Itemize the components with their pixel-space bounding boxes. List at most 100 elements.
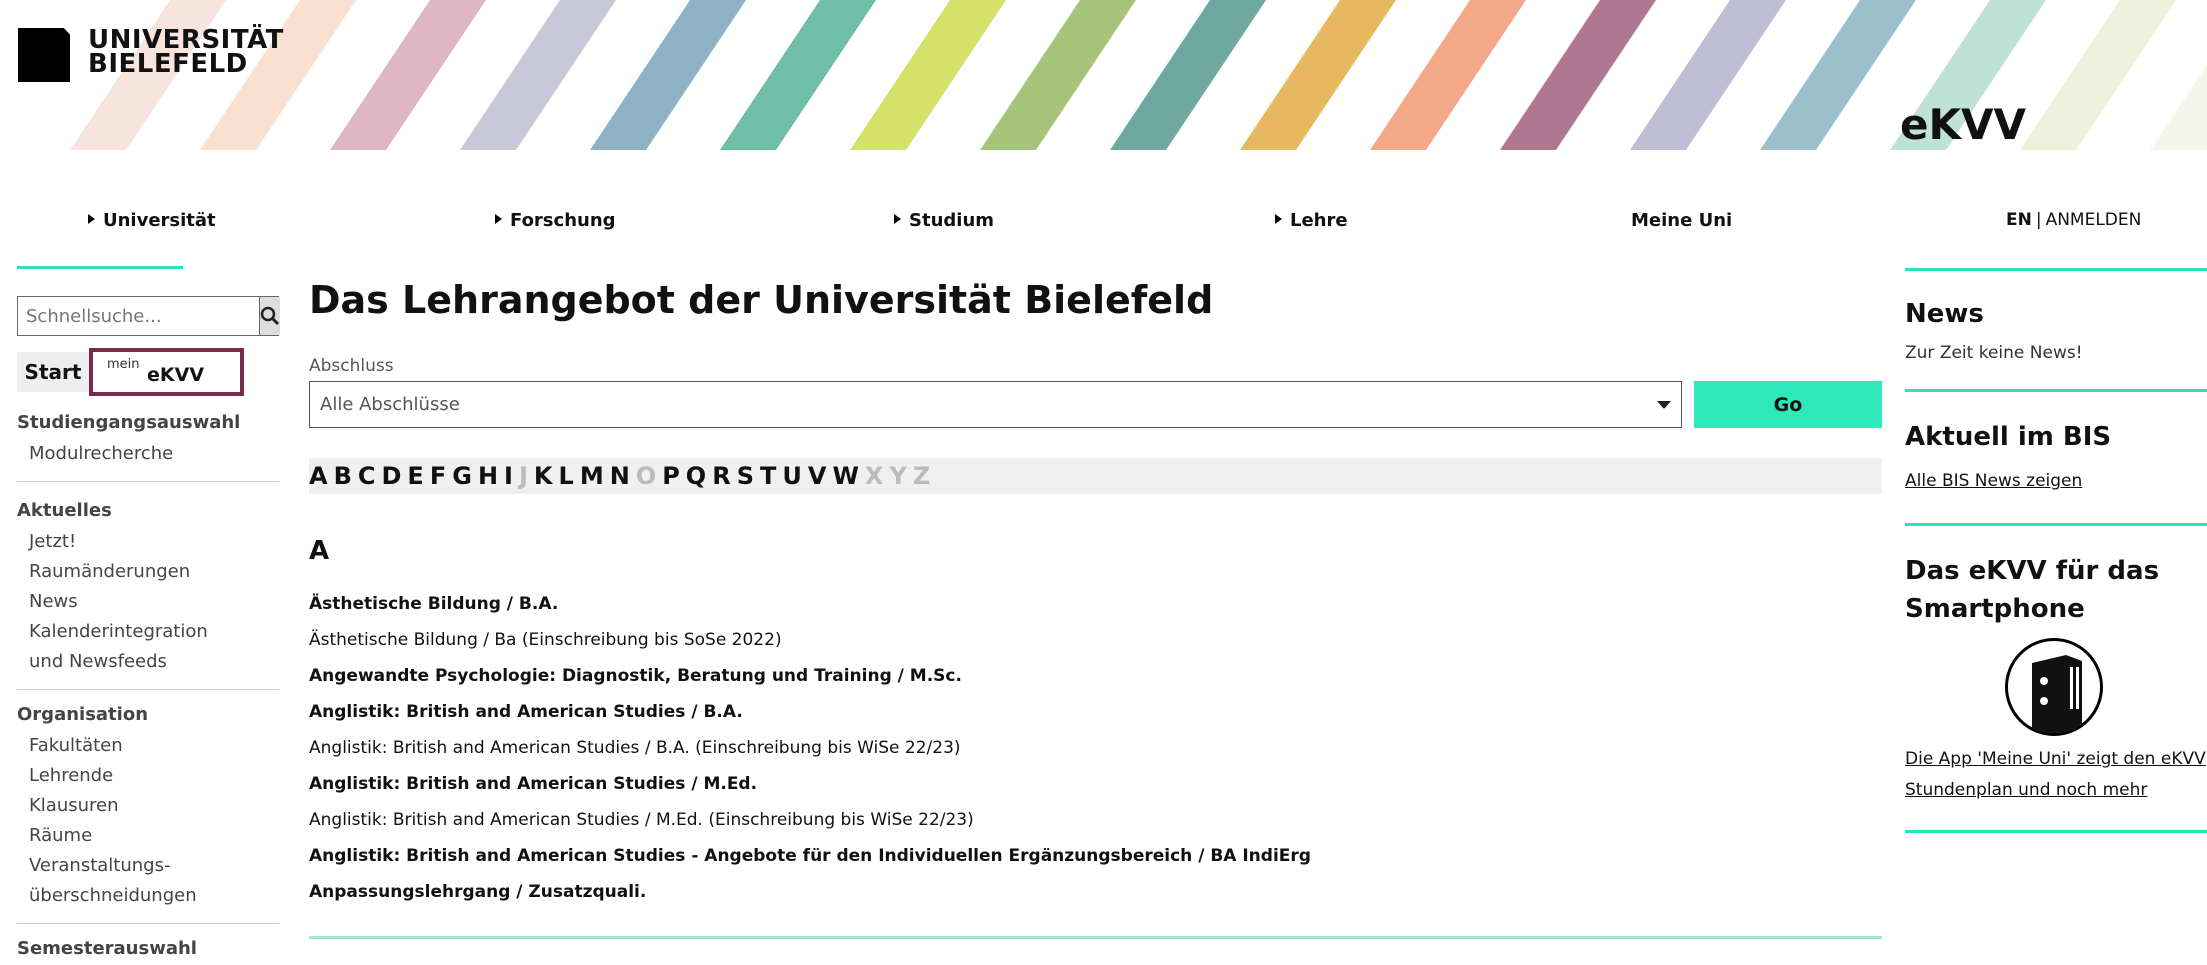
program-link[interactable]: Anglistik: British and American Studies … — [309, 770, 1882, 806]
tab-mein-ekvv[interactable]: mein eKVV — [89, 348, 244, 396]
alphabet-letter-q[interactable]: Q — [686, 462, 706, 490]
search-button[interactable] — [259, 297, 280, 335]
stripe — [1760, 0, 1916, 150]
stripe — [1240, 0, 1396, 150]
alphabet-letter-s[interactable]: S — [737, 462, 754, 490]
right-sidebar: News Zur Zeit keine News! Aktuell im BIS… — [1905, 268, 2207, 833]
abschluss-value: Alle Abschlüsse — [320, 394, 460, 415]
stripe — [1110, 0, 1266, 150]
alphabet-letter-b[interactable]: B — [334, 462, 352, 490]
sidebar-item-lehrende[interactable]: Lehrende — [29, 761, 279, 791]
sidebar-item-newsfeeds[interactable]: und Newsfeeds — [29, 647, 279, 677]
alphabet-letter-w[interactable]: W — [832, 462, 858, 490]
tab-start[interactable]: Start — [17, 352, 89, 392]
sidebar-item-ueberschneidungen[interactable]: Veranstaltungs- — [29, 851, 279, 881]
alphabet-letter-g[interactable]: G — [452, 462, 472, 490]
divider — [17, 481, 279, 482]
stripe — [1500, 0, 1656, 150]
divider — [1905, 830, 2207, 833]
divider — [1905, 523, 2207, 526]
alphabet-letter-v[interactable]: V — [808, 462, 827, 490]
sidebar-item-kalenderintegration[interactable]: Kalenderintegration — [29, 617, 279, 647]
program-link[interactable]: Ästhetische Bildung / B.A. — [309, 590, 1882, 626]
alphabet-letter-t[interactable]: T — [760, 462, 776, 490]
alphabet-letter-r[interactable]: R — [712, 462, 730, 490]
alphabet-letter-c[interactable]: C — [358, 462, 376, 490]
sidebar-heading[interactable]: Organisation — [17, 704, 279, 725]
nav-label: Lehre — [1290, 210, 1348, 231]
abschluss-select[interactable]: Alle Abschlüsse — [309, 381, 1682, 428]
alphabet-letter-l[interactable]: L — [559, 462, 574, 490]
university-logo[interactable]: UNIVERSITÄT BIELEFELD — [18, 27, 284, 82]
alphabet-letter-o: O — [635, 462, 657, 490]
meine-uni-app-icon[interactable] — [2005, 638, 2103, 736]
alphabet-letter-y: Y — [889, 462, 907, 490]
chevron-down-icon — [1657, 400, 1671, 409]
alphabet-letter-e[interactable]: E — [407, 462, 423, 490]
alphabet-letter-k[interactable]: K — [534, 462, 553, 490]
language-switch[interactable]: EN — [2006, 210, 2032, 230]
program-link[interactable]: Angewandte Psychologie: Diagnostik, Bera… — [309, 662, 1882, 698]
sidebar-item-fakultaeten[interactable]: Fakultäten — [29, 731, 279, 761]
program-list: Ästhetische Bildung / B.A. Ästhetische Bi… — [309, 590, 1882, 914]
sidebar-item-klausuren[interactable]: Klausuren — [29, 791, 279, 821]
nav-universitaet[interactable]: Universität — [88, 210, 216, 231]
nav-label: Meine Uni — [1631, 210, 1733, 231]
triangle-right-icon — [495, 214, 502, 224]
program-link[interactable]: Anpassungslehrgang / Zusatzquali. — [309, 878, 1882, 914]
alphabet-letter-n[interactable]: N — [610, 462, 630, 490]
nav-lehre[interactable]: Lehre — [1275, 210, 1348, 231]
alphabet-letter-a[interactable]: A — [309, 462, 328, 490]
alphabet-letter-p[interactable]: P — [662, 462, 680, 490]
news-heading: News — [1905, 299, 1984, 329]
sidebar-item-raeume[interactable]: Räume — [29, 821, 279, 851]
app-link-2[interactable]: Stundenplan und noch mehr — [1905, 775, 2207, 806]
program-link[interactable]: Ästhetische Bildung / Ba (Einschreibung … — [309, 626, 1882, 662]
logo-text: UNIVERSITÄT BIELEFELD — [88, 27, 284, 77]
nav-studium[interactable]: Studium — [894, 210, 994, 231]
search-input[interactable] — [18, 297, 259, 335]
divider — [309, 936, 1882, 939]
main-content: Das Lehrangebot der Universität Bielefel… — [309, 270, 1882, 939]
bis-news-link[interactable]: Alle BIS News zeigen — [1905, 466, 2207, 497]
sidebar-tabs: Start mein eKVV — [17, 348, 279, 396]
sidebar-item-modulrecherche[interactable]: Modulrecherche — [29, 439, 279, 469]
sidebar-item-news[interactable]: News — [29, 587, 279, 617]
bis-heading: Aktuell im BIS — [1905, 422, 2112, 452]
sidebar-heading[interactable]: Semesterauswahl — [17, 938, 279, 959]
site-title: eKVV — [1900, 100, 2027, 149]
nav-forschung[interactable]: Forschung — [495, 210, 616, 231]
divider — [1905, 389, 2207, 392]
go-button[interactable]: Go — [1694, 381, 1882, 428]
login-link[interactable]: ANMELDEN — [2046, 210, 2142, 230]
alphabet-letter-f[interactable]: F — [430, 462, 446, 490]
triangle-right-icon — [894, 214, 901, 224]
sidebar-item-jetzt[interactable]: Jetzt! — [29, 527, 279, 557]
program-link[interactable]: Anglistik: British and American Studies … — [309, 806, 1882, 842]
stripe — [1630, 0, 1786, 150]
tab-mein-sup: mein — [107, 357, 140, 372]
alphabet-letter-u[interactable]: U — [782, 462, 802, 490]
alphabet-letter-i[interactable]: I — [504, 462, 513, 490]
program-link[interactable]: Anglistik: British and American Studies … — [309, 842, 1882, 878]
program-link[interactable]: Anglistik: British and American Studies … — [309, 734, 1882, 770]
sidebar-heading[interactable]: Studiengangsauswahl — [17, 412, 279, 433]
alphabet-letter-h[interactable]: H — [478, 462, 498, 490]
sidebar-item-ueberschneidungen-2[interactable]: überschneidungen — [29, 881, 279, 911]
alphabet-letter-d[interactable]: D — [382, 462, 402, 490]
divider — [17, 923, 279, 924]
logo-mark-icon — [18, 28, 70, 82]
sidebar-item-raumaenderungen[interactable]: Raumänderungen — [29, 557, 279, 587]
program-link[interactable]: Anglistik: British and American Studies … — [309, 698, 1882, 734]
triangle-right-icon — [1275, 214, 1282, 224]
tab-mein-main: eKVV — [147, 364, 205, 386]
alphabet-letter-m[interactable]: M — [580, 462, 604, 490]
stripe — [590, 0, 746, 150]
news-text: Zur Zeit keine News! — [1905, 343, 2083, 363]
nav-meine-uni[interactable]: Meine Uni — [1631, 210, 1732, 231]
search-icon — [260, 306, 280, 326]
language-login: EN | ANMELDEN — [2006, 210, 2141, 230]
app-link-1[interactable]: Die App 'Meine Uni' zeigt den eKVV — [1905, 744, 2207, 775]
sidebar-heading[interactable]: Aktuelles — [17, 500, 279, 521]
abschluss-label: Abschluss — [309, 356, 394, 376]
